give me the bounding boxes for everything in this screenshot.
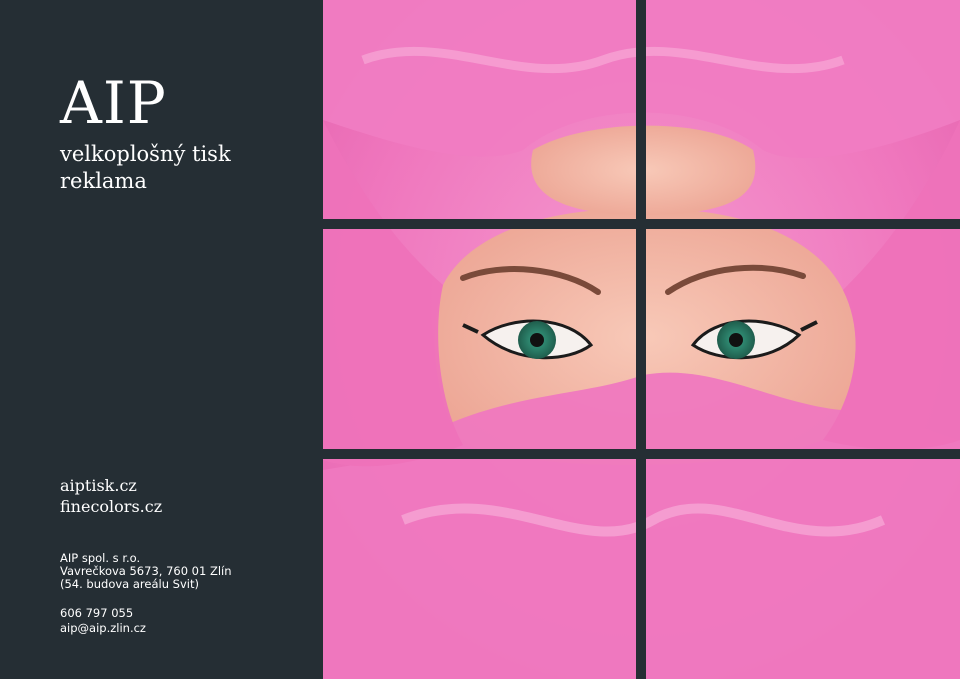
hero-photo-grid (323, 0, 960, 679)
website-link-finecolors[interactable]: finecolors.cz (60, 496, 162, 517)
contact-info: 606 797 055 aip@aip.zlin.cz (60, 606, 146, 636)
address-note: (54. budova areálu Svit) (60, 577, 199, 591)
tagline: velkoplošný tisk reklama (60, 141, 231, 195)
company-address: AIP spol. s r.o. Vavrečkova 5673, 760 01… (60, 552, 232, 591)
info-panel: AIP velkoplošný tisk reklama aiptisk.cz … (0, 0, 323, 679)
email-link[interactable]: aip@aip.zlin.cz (60, 621, 146, 636)
grid-divider-horizontal-top (323, 219, 960, 229)
website-links: aiptisk.cz finecolors.cz (60, 475, 162, 517)
brand-logo-text: AIP (60, 69, 167, 137)
phone-number: 606 797 055 (60, 606, 134, 620)
grid-divider-horizontal-bottom (323, 449, 960, 459)
website-link-aiptisk[interactable]: aiptisk.cz (60, 475, 162, 496)
tagline-line-2: reklama (60, 169, 147, 193)
grid-divider-vertical (636, 0, 646, 679)
tagline-line-1: velkoplošný tisk (60, 142, 231, 166)
